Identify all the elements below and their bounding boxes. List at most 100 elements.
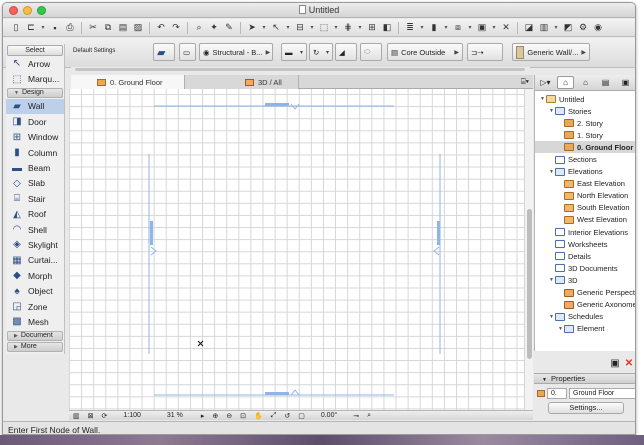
zoom-box-icon[interactable]: ⊡ <box>236 411 250 421</box>
tool-mesh[interactable]: ▩ Mesh <box>6 314 64 329</box>
tree-item[interactable]: East Elevation <box>535 178 635 190</box>
layer-combo-icon[interactable]: ▣ <box>475 21 489 35</box>
select-group-header[interactable]: Select <box>7 45 63 56</box>
project-map-icon[interactable]: ⌂ <box>557 76 574 89</box>
chevron-down-icon[interactable]: ▾ <box>39 21 47 35</box>
find-select-icon[interactable]: ⌕ <box>192 21 206 35</box>
cut-icon[interactable]: ✂ <box>86 21 100 35</box>
pointer-icon[interactable]: ➤ <box>245 21 259 35</box>
wall-slant-button[interactable]: ◢ <box>335 43 357 61</box>
chevron-down-icon[interactable]: ▾ <box>356 21 364 35</box>
tree-item[interactable]: ▼ Stories <box>535 105 635 117</box>
canvas-vertical-scrollbar[interactable] <box>524 89 533 410</box>
eyedropper-icon[interactable]: ✎ <box>222 21 236 35</box>
view-map-icon[interactable]: ⌂ <box>577 76 594 89</box>
settings-icon[interactable]: ⚙ <box>576 21 590 35</box>
zoom-in-icon[interactable]: ⊕ <box>208 411 222 421</box>
tool-window[interactable]: ⊞ Window <box>6 130 64 145</box>
info-box-scrollbar[interactable] <box>71 67 530 72</box>
tool-arrow[interactable]: ↖ Arrow <box>6 56 64 71</box>
tree-item[interactable]: North Elevation <box>535 190 635 202</box>
selection-icon[interactable]: ⬚ <box>317 21 331 35</box>
chevron-down-icon[interactable]: ▾ <box>490 21 498 35</box>
grid-snap-icon[interactable]: ⋕ <box>341 21 355 35</box>
library-icon[interactable]: ▥ <box>537 21 551 35</box>
zoom-quick-icon[interactable]: ⊠ <box>84 411 98 421</box>
tab-ground-floor[interactable]: 0. Ground Floor <box>71 75 185 89</box>
search-icon[interactable]: ⌕ <box>363 411 375 421</box>
tool-door[interactable]: ◨ Door <box>6 114 64 129</box>
pan-icon[interactable]: ✋ <box>250 411 267 421</box>
tool-shell[interactable]: ◠ Shell <box>6 222 64 237</box>
tree-item[interactable]: 2. Story <box>535 117 635 129</box>
delete-view-icon[interactable]: ✕ <box>623 357 635 369</box>
story-name-field[interactable]: Ground Floor <box>569 387 635 399</box>
tool-slab[interactable]: ◇ Slab <box>6 176 64 191</box>
scale-value[interactable]: 1:100 <box>111 411 153 421</box>
open-folder-icon[interactable]: ⊏ <box>24 21 38 35</box>
tab-list-menu-icon[interactable]: ⌸▾ <box>521 77 529 87</box>
info-box-scrollbar-thumb[interactable] <box>75 68 525 71</box>
tree-item[interactable]: Generic Perspective <box>535 287 635 299</box>
arrow-icon[interactable]: ↖ <box>269 21 283 35</box>
canvas-scrollbar-thumb[interactable] <box>527 209 532 359</box>
refresh-quick-icon[interactable]: ⟳ <box>98 411 112 421</box>
tool-column[interactable]: ▮ Column <box>6 145 64 160</box>
floor-plan-canvas[interactable] <box>69 89 524 410</box>
tool-stair[interactable]: ⌸ Stair <box>6 191 64 206</box>
navigator-menu-icon[interactable]: ▷▾ <box>537 76 554 89</box>
magic-wand-icon[interactable]: ✦ <box>207 21 221 35</box>
chevron-down-icon[interactable]: ▾ <box>308 21 316 35</box>
layout-book-icon[interactable]: ▤ <box>597 76 614 89</box>
chevron-down-icon[interactable]: ▾ <box>466 21 474 35</box>
find-element-icon[interactable]: ⊸ <box>349 411 363 421</box>
chevron-down-icon[interactable]: ▾ <box>332 21 340 35</box>
tree-item[interactable]: ▼ 3D <box>535 274 635 286</box>
tool-curtain-wall[interactable]: ▦ Curtai... <box>6 253 64 268</box>
layer-quick-icon[interactable]: ▥ <box>69 411 84 421</box>
tree-item[interactable]: West Elevation <box>535 214 635 226</box>
chevron-down-icon[interactable]: ▾ <box>260 21 268 35</box>
tool-skylight[interactable]: ◈ Skylight <box>6 237 64 252</box>
tool-wall[interactable]: ▰ Wall <box>6 98 64 115</box>
properties-header[interactable]: ▼ Properties <box>534 373 635 384</box>
disclosure-triangle-icon[interactable]: ▼ <box>548 314 555 320</box>
group-icon[interactable]: ⧈ <box>451 21 465 35</box>
wall-profile-button[interactable]: ⬭ <box>360 43 382 61</box>
undo-icon[interactable]: ↶ <box>154 21 168 35</box>
tool-roof[interactable]: ◭ Roof <box>6 207 64 222</box>
tab-3d-all[interactable]: 3D / All <box>185 75 299 89</box>
render-icon[interactable]: ◉ <box>591 21 605 35</box>
tree-item[interactable]: Sections <box>535 153 635 165</box>
chevron-down-icon[interactable]: ▾ <box>552 21 560 35</box>
chevron-down-icon[interactable]: ▾ <box>418 21 426 35</box>
angle-value[interactable]: 0.00° <box>309 411 349 421</box>
tool-zone[interactable]: ◲ Zone <box>6 299 64 314</box>
tool-morph[interactable]: ◆ Morph <box>6 268 64 283</box>
reference-side-button[interactable]: ⊐⇢ <box>467 43 503 61</box>
tool-marquee[interactable]: ⬚ Marqu... <box>6 71 64 86</box>
tool-beam[interactable]: ▬ Beam <box>6 160 64 175</box>
copy-icon[interactable]: ⧉ <box>101 21 115 35</box>
tree-item[interactable]: Details <box>535 250 635 262</box>
pen-set-icon[interactable]: ▮ <box>427 21 441 35</box>
chevron-down-icon[interactable]: ▾ <box>284 21 292 35</box>
tool-object[interactable]: ♠ Object <box>6 283 64 298</box>
tree-item[interactable]: ▼ Element <box>535 323 635 335</box>
fit-window-icon[interactable]: ⤢ <box>267 411 281 421</box>
wall-settings-button[interactable]: ▰ <box>153 43 175 61</box>
new-folder-icon[interactable]: ▣ <box>609 357 621 369</box>
wall-thickness-button[interactable]: ▬ ▾ <box>281 43 307 61</box>
magnet-icon[interactable]: ◧ <box>380 21 394 35</box>
disclosure-triangle-icon[interactable]: ▼ <box>539 96 546 102</box>
tree-item[interactable]: Worksheets <box>535 238 635 250</box>
display-icon[interactable]: ◪ <box>522 21 536 35</box>
document-group-header[interactable]: ▶ Document <box>7 330 63 341</box>
layers-icon[interactable]: ≣ <box>403 21 417 35</box>
tree-item[interactable]: Interior Elevations <box>535 226 635 238</box>
new-document-icon[interactable]: ▯ <box>9 21 23 35</box>
disclosure-triangle-icon[interactable]: ▼ <box>557 326 564 332</box>
wall-shape-button[interactable]: ↻ ▾ <box>309 43 333 61</box>
tree-item[interactable]: ▼ Untitled <box>535 93 635 105</box>
zoom-out-icon[interactable]: ⊖ <box>222 411 236 421</box>
